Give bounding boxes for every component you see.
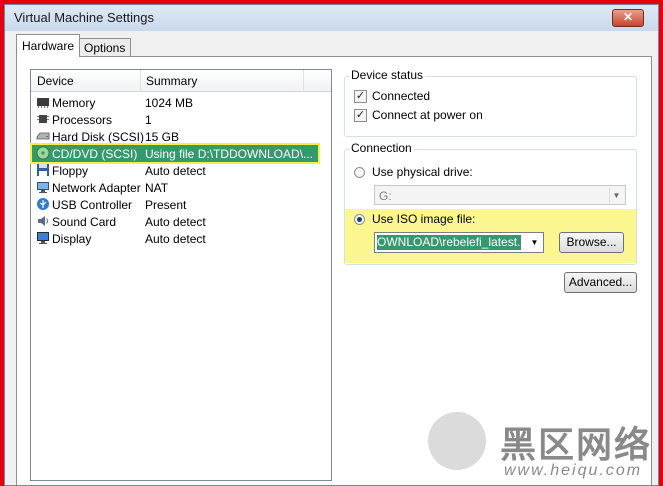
device-summary: 15 GB: [145, 130, 180, 144]
column-header-summary[interactable]: Summary: [146, 74, 197, 88]
cd-dvd-icon: [36, 146, 50, 160]
device-row-memory[interactable]: Memory 1024 MB: [32, 94, 318, 111]
window-title: Virtual Machine Settings: [14, 10, 154, 25]
connected-label: Connected: [372, 89, 431, 103]
device-row-network-adapter[interactable]: Network Adapter NAT: [32, 179, 318, 196]
floppy-icon: [37, 164, 49, 176]
connected-checkbox[interactable]: ✓: [354, 90, 367, 103]
connection-title: Connection: [349, 141, 414, 155]
chevron-down-icon: ▼: [609, 188, 623, 203]
device-name: Display: [52, 232, 92, 246]
device-list: Device Summary Memory 1024 MB Processors…: [30, 69, 332, 481]
memory-icon: [37, 98, 49, 108]
advanced-button[interactable]: Advanced...: [564, 272, 637, 293]
use-physical-drive-radio[interactable]: [354, 167, 365, 178]
watermark-cn-text: 黑区网络: [500, 424, 653, 465]
device-summary: Using file D:\TDDOWNLOAD\...: [145, 147, 314, 161]
column-divider[interactable]: [140, 70, 141, 91]
device-row-cd-dvd[interactable]: CD/DVD (SCSI) Using file D:\TDDOWNLOAD\.…: [30, 143, 320, 164]
connection-group: Connection Use physical drive: G: ▼ Use …: [344, 141, 637, 265]
watermark-url: www.heiqu.com: [504, 462, 643, 479]
device-name: USB Controller: [52, 198, 133, 212]
processor-icon: [37, 115, 49, 123]
device-row-floppy[interactable]: Floppy Auto detect: [32, 162, 318, 179]
device-list-header: Device Summary: [31, 70, 331, 92]
device-summary: Present: [145, 198, 187, 212]
chevron-down-icon[interactable]: ▼: [528, 235, 541, 250]
device-summary: Auto detect: [145, 215, 206, 229]
device-name: Sound Card: [52, 215, 117, 229]
usb-icon: [37, 198, 49, 210]
device-status-group: Device status ✓ Connected ✓ Connect at p…: [344, 68, 637, 137]
iso-path-value: OWNLOAD\rebelefi_latest.iso: [377, 235, 521, 250]
device-summary: Auto detect: [145, 232, 206, 246]
device-row-usb-controller[interactable]: USB Controller Present: [32, 196, 318, 213]
device-status-title: Device status: [349, 68, 426, 82]
iso-path-input[interactable]: OWNLOAD\rebelefi_latest.iso ▼: [374, 232, 544, 253]
watermark-logo: [428, 412, 486, 470]
tab-options[interactable]: Options: [78, 38, 132, 57]
browse-button[interactable]: Browse...: [559, 232, 624, 253]
device-row-sound-card[interactable]: Sound Card Auto detect: [32, 213, 318, 230]
connect-at-power-on-label: Connect at power on: [372, 108, 483, 122]
device-summary: NAT: [145, 181, 169, 195]
device-name: Processors: [52, 113, 113, 127]
network-adapter-icon: [37, 182, 49, 193]
column-header-device[interactable]: Device: [37, 74, 74, 88]
device-name: CD/DVD (SCSI): [52, 147, 138, 161]
use-physical-drive-label: Use physical drive:: [372, 165, 473, 179]
device-name: Network Adapter: [52, 181, 141, 195]
hard-disk-icon: [36, 132, 50, 140]
sound-card-icon: [38, 216, 48, 226]
title-bar: Virtual Machine Settings ✕: [5, 5, 658, 31]
physical-drive-select: G: ▼: [374, 185, 626, 205]
device-summary: 1: [145, 113, 152, 127]
connect-at-power-on-checkbox[interactable]: ✓: [354, 109, 367, 122]
device-name: Floppy: [52, 164, 89, 178]
physical-drive-value: G:: [379, 189, 392, 203]
device-summary: Auto detect: [145, 164, 206, 178]
device-summary: 1024 MB: [145, 96, 194, 110]
device-row-hard-disk[interactable]: Hard Disk (SCSI) 15 GB: [32, 128, 318, 145]
device-name: Memory: [52, 96, 96, 110]
display-icon: [37, 232, 49, 244]
device-name: Hard Disk (SCSI): [52, 130, 145, 144]
device-row-display[interactable]: Display Auto detect: [32, 230, 318, 247]
tab-hardware[interactable]: Hardware: [16, 34, 81, 57]
close-button[interactable]: ✕: [612, 9, 644, 27]
column-divider[interactable]: [303, 70, 304, 91]
watermark: 黑区网络 www.heiqu.com: [426, 410, 661, 486]
use-iso-image-radio[interactable]: [354, 214, 365, 225]
use-iso-image-label: Use ISO image file:: [372, 212, 476, 226]
device-row-processors[interactable]: Processors 1: [32, 111, 318, 128]
